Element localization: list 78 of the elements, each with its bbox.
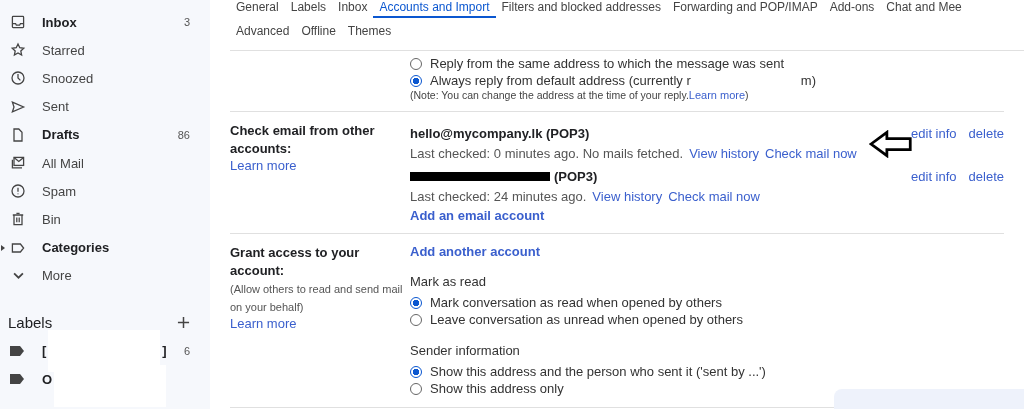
radio-option[interactable]: Reply from the same address to which the message was sent xyxy=(410,55,785,72)
delete-link[interactable]: delete xyxy=(968,168,1004,184)
trash-icon xyxy=(10,211,26,228)
document-icon xyxy=(10,126,26,143)
sidebar-item[interactable]: Spam xyxy=(0,177,210,206)
inbox-icon xyxy=(10,14,26,31)
sidebar-item[interactable]: Sent xyxy=(0,92,210,121)
check-mail-link[interactable]: Check mail now xyxy=(765,145,857,161)
section-title: Grant access to your account: xyxy=(230,244,361,280)
account-address: (POP3) xyxy=(554,168,598,184)
radio-option[interactable]: Show this address and the person who sent it ('sent by ...') xyxy=(410,363,766,380)
expand-arrow-icon[interactable] xyxy=(1,244,5,251)
radio-option[interactable]: Mark conversation as read when opened by others xyxy=(410,294,722,311)
section-title: Check email from other accounts: xyxy=(230,122,376,158)
radio-option[interactable]: Always reply from default address (currently r m) xyxy=(410,72,816,89)
account-address: hello@mycompany.lk (POP3) xyxy=(410,125,590,141)
sidebar-item[interactable]: Categories xyxy=(0,233,210,262)
sidebar-item[interactable]: More xyxy=(0,261,210,290)
settings-tab[interactable]: Accounts and Import xyxy=(373,0,496,18)
sidebar-item[interactable]: Drafts 86 xyxy=(0,120,210,149)
settings-tab[interactable]: Chat and Mee xyxy=(880,0,968,18)
sidebar-label: Drafts xyxy=(42,127,80,143)
settings-tab[interactable]: Labels xyxy=(284,0,333,18)
sidebar-label: All Mail xyxy=(42,155,84,171)
label-count: 6 xyxy=(183,344,190,357)
sidebar-label: Bin xyxy=(42,211,61,227)
status-text: Last checked: 24 minutes ago. xyxy=(410,188,587,204)
note-text: (Note: You can change the address at the time of your reply. xyxy=(410,89,689,101)
label-name[interactable]: [ xyxy=(42,343,47,359)
sidebar-item[interactable]: Bin xyxy=(0,205,210,234)
sidebar-label: Inbox xyxy=(42,14,77,30)
sidebar-item[interactable]: Snoozed xyxy=(0,64,210,93)
status-text: Last checked: 0 minutes ago. No mails fetched. xyxy=(410,145,684,161)
settings-tab[interactable]: Inbox xyxy=(332,0,374,18)
radio-option[interactable]: Leave conversation as unread when opened by others xyxy=(410,311,743,328)
settings-tab[interactable]: Advanced xyxy=(230,24,296,42)
settings-tab[interactable]: Offline xyxy=(295,24,342,42)
add-account-link[interactable]: Add an email account xyxy=(410,208,545,223)
settings-tab[interactable]: Add-ons xyxy=(823,0,881,18)
settings-tab[interactable]: General xyxy=(230,0,285,18)
settings-tab[interactable]: Forwarding and POP/IMAP xyxy=(666,0,824,18)
sidebar-label: Sent xyxy=(42,99,69,115)
add-icon[interactable] xyxy=(177,315,190,329)
view-history-link[interactable]: View history xyxy=(592,188,663,204)
check-mail-link[interactable]: Check mail now xyxy=(668,188,760,204)
clock-icon xyxy=(10,70,26,87)
label-name[interactable]: O xyxy=(42,371,53,387)
note-text: ) xyxy=(745,89,749,101)
sidebar-label: Categories xyxy=(42,240,110,256)
edit-info-link[interactable]: edit info xyxy=(911,168,957,184)
alert-icon xyxy=(10,183,26,200)
sidebar-label: Spam xyxy=(42,183,76,199)
label-icon xyxy=(10,345,24,356)
chevron-down-icon xyxy=(13,272,24,280)
section-note: (Allow others to read and send mail on your behalf) xyxy=(230,282,404,315)
label-name[interactable]: ] xyxy=(162,343,167,359)
view-history-link[interactable]: View history xyxy=(689,145,759,161)
star-icon xyxy=(10,42,26,59)
delete-link[interactable]: delete xyxy=(968,125,1004,141)
arrow-drawing xyxy=(868,130,913,158)
settings-tab[interactable]: Filters and blocked addresses xyxy=(495,0,667,18)
send-icon xyxy=(10,98,26,115)
label-icon xyxy=(10,374,24,385)
sidebar-item[interactable]: All Mail xyxy=(0,148,210,178)
sidebar-label: Snoozed xyxy=(42,70,94,86)
radio-option[interactable]: Show this address only xyxy=(410,380,564,397)
edit-info-link[interactable]: edit info xyxy=(911,125,957,141)
learn-more-link[interactable]: Learn more xyxy=(230,158,297,173)
group-title: Mark as read xyxy=(410,274,487,291)
sidebar-label: Starred xyxy=(42,42,85,58)
sidebar-item[interactable]: Starred xyxy=(0,36,210,65)
labels-heading: Labels xyxy=(8,313,53,331)
add-account-link[interactable]: Add another account xyxy=(410,244,540,259)
sidebar-item[interactable]: Inbox 3 xyxy=(0,8,210,37)
settings-tab[interactable]: Themes xyxy=(341,24,398,42)
group-title: Sender information xyxy=(410,343,521,360)
sidebar-label: More xyxy=(42,268,72,284)
learn-more-link[interactable]: Learn more xyxy=(230,316,297,331)
